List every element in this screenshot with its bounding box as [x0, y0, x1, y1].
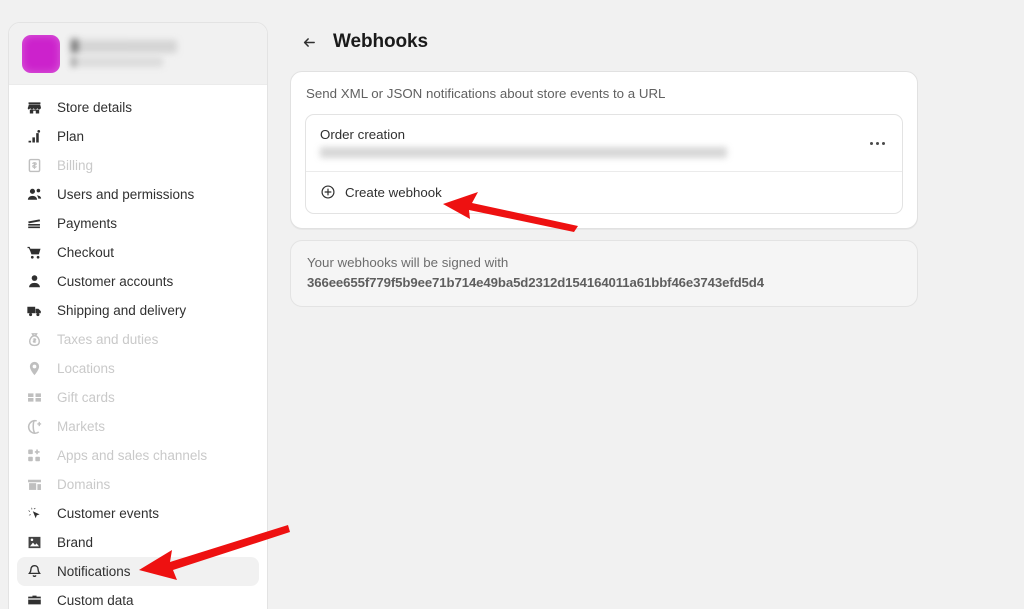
- cart-icon: [25, 243, 44, 262]
- sidebar-item-label: Checkout: [57, 245, 115, 260]
- signature-label: Your webhooks will be signed with: [307, 255, 509, 270]
- payments-icon: [25, 214, 44, 233]
- webhook-url-redacted: [320, 147, 727, 158]
- sidebar-item-taxes-and-duties[interactable]: Taxes and duties: [17, 325, 259, 354]
- signature-hash: 366ee655f779f5b9ee71b714e49ba5d2312d1541…: [307, 275, 764, 290]
- page-header: Webhooks: [268, 0, 1024, 53]
- sidebar-item-markets[interactable]: Markets: [17, 412, 259, 441]
- sidebar-item-label: Users and permissions: [57, 187, 195, 202]
- webhooks-card: Send XML or JSON notifications about sto…: [290, 71, 918, 229]
- sidebar-item-label: Billing: [57, 158, 94, 173]
- create-webhook-button[interactable]: Create webhook: [306, 172, 902, 213]
- content-area: Send XML or JSON notifications about sto…: [268, 53, 1024, 307]
- gift-card-icon: [25, 388, 44, 407]
- billing-icon: [25, 156, 44, 175]
- sidebar-item-label: Domains: [57, 477, 111, 492]
- sidebar-item-gift-cards[interactable]: Gift cards: [17, 383, 259, 412]
- sidebar-item-label: Locations: [57, 361, 115, 376]
- webhooks-description: Send XML or JSON notifications about sto…: [306, 86, 666, 101]
- main-content: Webhooks Send XML or JSON notifications …: [268, 0, 1024, 609]
- users-icon: [25, 185, 44, 204]
- store-name-redacted: [71, 39, 177, 53]
- webhook-row[interactable]: Order creation: [306, 115, 902, 172]
- sidebar-item-label: Customer events: [57, 506, 160, 521]
- sidebar-item-billing[interactable]: Billing: [17, 151, 259, 180]
- sidebar-item-plan[interactable]: Plan: [17, 122, 259, 151]
- domain-icon: [25, 475, 44, 494]
- sidebar-item-notifications[interactable]: Notifications: [17, 557, 259, 586]
- settings-nav: Store details Plan Billing Users and per…: [9, 85, 267, 609]
- tax-icon: [25, 330, 44, 349]
- webhook-signature-card: Your webhooks will be signed with 366ee6…: [290, 240, 918, 307]
- create-webhook-label: Create webhook: [345, 184, 442, 200]
- webhook-title: Order creation: [320, 127, 405, 142]
- sidebar-item-brand[interactable]: Brand: [17, 528, 259, 557]
- sidebar-item-label: Gift cards: [57, 390, 115, 405]
- sidebar-item-checkout[interactable]: Checkout: [17, 238, 259, 267]
- sidebar-item-label: Payments: [57, 216, 118, 231]
- sidebar-item-label: Customer accounts: [57, 274, 174, 289]
- sidebar-item-label: Store details: [57, 100, 133, 115]
- sidebar-item-users-and-permissions[interactable]: Users and permissions: [17, 180, 259, 209]
- ellipsis-icon[interactable]: [864, 132, 890, 154]
- store-identity: [71, 39, 254, 67]
- sidebar-item-shipping-and-delivery[interactable]: Shipping and delivery: [17, 296, 259, 325]
- person-icon: [25, 272, 44, 291]
- store-icon: [25, 98, 44, 117]
- store-avatar: [22, 34, 60, 73]
- sidebar-item-customer-events[interactable]: Customer events: [17, 499, 259, 528]
- circle-plus-icon: [320, 184, 336, 200]
- image-icon: [25, 533, 44, 552]
- sidebar-item-apps-and-sales-channels[interactable]: Apps and sales channels: [17, 441, 259, 470]
- bell-icon: [25, 562, 44, 581]
- sidebar-item-label: Notifications: [57, 564, 131, 579]
- location-pin-icon: [25, 359, 44, 378]
- sidebar-item-label: Markets: [57, 419, 106, 434]
- sidebar-item-label: Shipping and delivery: [57, 303, 187, 318]
- store-subtitle-redacted: [71, 57, 163, 67]
- sidebar-item-customer-accounts[interactable]: Customer accounts: [17, 267, 259, 296]
- sidebar-item-locations[interactable]: Locations: [17, 354, 259, 383]
- webhooks-list: Order creation Create webhook: [305, 114, 903, 214]
- sidebar-item-payments[interactable]: Payments: [17, 209, 259, 238]
- truck-icon: [25, 301, 44, 320]
- sidebar-item-label: Brand: [57, 535, 94, 550]
- sidebar-item-label: Apps and sales channels: [57, 448, 208, 463]
- sidebar-item-label: Plan: [57, 129, 85, 144]
- database-icon: [25, 591, 44, 609]
- store-header[interactable]: [9, 23, 267, 85]
- back-arrow-icon[interactable]: [299, 32, 320, 53]
- sidebar-item-label: Custom data: [57, 593, 134, 608]
- sidebar-item-label: Taxes and duties: [57, 332, 159, 347]
- sidebar-item-domains[interactable]: Domains: [17, 470, 259, 499]
- settings-sidebar: Store details Plan Billing Users and per…: [8, 22, 268, 609]
- sidebar-item-custom-data[interactable]: Custom data: [17, 586, 259, 609]
- sidebar-item-store-details[interactable]: Store details: [17, 93, 259, 122]
- globe-icon: [25, 417, 44, 436]
- cursor-click-icon: [25, 504, 44, 523]
- plan-icon: [25, 127, 44, 146]
- page-title: Webhooks: [333, 31, 428, 52]
- settings-page: Store details Plan Billing Users and per…: [0, 0, 1024, 609]
- apps-grid-icon: [25, 446, 44, 465]
